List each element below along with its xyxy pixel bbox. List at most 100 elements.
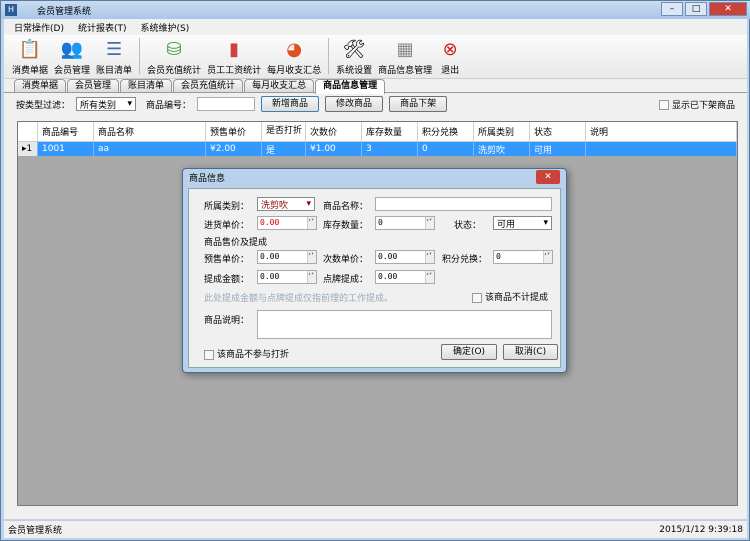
tools-icon: 🛠 (342, 38, 366, 60)
tab-consume[interactable]: 消费单据 (14, 79, 67, 92)
col-desc[interactable]: 说明 (586, 122, 737, 141)
show-removed-checkbox[interactable]: 显示已下架商品 (658, 98, 735, 111)
col-stock[interactable]: 库存数量 (362, 122, 418, 141)
col-status[interactable]: 状态 (530, 122, 586, 141)
menu-daily[interactable]: 日常操作(D) (14, 21, 64, 34)
commission-label: 提成金额： (204, 275, 250, 285)
cell: 3 (362, 142, 418, 156)
toolbar: 📋 消费单据 👥 会员管理 ☰ 账目清单 ⛁ 会员充值统计 ▮ 员工工资统计 ◕ 每月收支汇… (4, 35, 747, 79)
status-bar: 会员管理系统 2015/1/12 9:39:18 (4, 520, 747, 538)
clock-commission-spinner[interactable]: 0.00 (375, 270, 435, 284)
col-category[interactable]: 所属类别 (474, 122, 530, 141)
menu-system[interactable]: 系统维护(S) (140, 21, 189, 34)
price-label: 预售单价： (204, 255, 250, 265)
desc-textarea[interactable] (257, 310, 552, 339)
desc-label: 商品说明： (204, 316, 250, 326)
app-logo-icon: H (5, 4, 17, 16)
col-name[interactable]: 商品名称 (94, 122, 206, 141)
title-bar: H 会员管理系统 – □ ✕ (1, 1, 750, 19)
window-title: 会员管理系统 (37, 6, 92, 17)
remove-product-button[interactable]: 商品下架 (389, 96, 448, 112)
category-select[interactable]: 洗剪吹 ▾ (257, 197, 315, 211)
status-select[interactable]: 可用 ▾ (493, 216, 552, 230)
cancel-button[interactable]: 取消(C) (503, 344, 558, 360)
price-spinner[interactable]: 0.00 (257, 250, 317, 264)
minimize-button[interactable]: – (661, 2, 683, 16)
cell: ¥2.00 (206, 142, 262, 156)
bar-chart-icon: ▮ (229, 38, 240, 60)
chevron-down-icon: ▾ (127, 99, 133, 109)
cell: 洗剪吹 (474, 142, 530, 156)
tab-recharge[interactable]: 会员充值统计 (173, 79, 244, 92)
pie-chart-icon: ◕ (286, 38, 302, 60)
chevron-down-icon: ▾ (543, 218, 548, 228)
commission-hint: 此处提成金额与点牌提成仅指前理的工作提成。 (204, 294, 394, 304)
cell: 是 (262, 142, 306, 156)
points-spinner[interactable]: 0 (493, 250, 553, 264)
cell (586, 142, 737, 156)
toolbar-consume[interactable]: 📋 消费单据 (10, 37, 50, 78)
exit-icon: ⊗ (442, 38, 458, 60)
edit-product-button[interactable]: 修改商品 (325, 96, 384, 112)
tab-members[interactable]: 会员管理 (67, 79, 120, 92)
clock-commission-label: 点牌提成： (323, 275, 369, 285)
toolbar-accounts[interactable]: ☰ 账目清单 (94, 37, 134, 78)
commission-spinner[interactable]: 0.00 (257, 270, 317, 284)
list-icon: ☰ (105, 38, 123, 60)
table-row[interactable]: ▸ 1 1001 aa ¥2.00 是 ¥1.00 3 0 洗剪吹 可用 (18, 142, 737, 156)
maximize-button[interactable]: □ (685, 2, 707, 16)
col-price[interactable]: 预售单价 (206, 122, 262, 141)
chevron-down-icon: ▾ (306, 199, 311, 209)
cost-spinner[interactable]: 0.00 (257, 216, 317, 230)
dialog-title: 商品信息 (189, 174, 226, 184)
row-header[interactable]: ▸ 1 (18, 142, 38, 156)
menu-bar: 日常操作(D) 统计报表(T) 系统维护(S) (4, 19, 747, 35)
cost-label: 进货单价： (204, 221, 250, 231)
col-discount[interactable]: 是否打折 (262, 122, 306, 141)
tab-accounts[interactable]: 账目清单 (120, 79, 173, 92)
toolbar-monthly-summary[interactable]: ◕ 每月收支汇总 (265, 37, 323, 78)
status-left: 会员管理系统 (8, 526, 63, 536)
times-price-label: 次数单价： (323, 255, 369, 265)
name-label: 商品名称： (323, 202, 369, 212)
cell: 1001 (38, 142, 94, 156)
category-label: 所属类别： (204, 202, 250, 212)
no-commission-checkbox[interactable]: 该商品不计提成 (472, 290, 548, 303)
add-product-button[interactable]: 新增商品 (261, 96, 320, 112)
cell: aa (94, 142, 206, 156)
toolbar-recharge-stats[interactable]: ⛁ 会员充值统计 (145, 37, 203, 78)
menu-reports[interactable]: 统计报表(T) (78, 21, 127, 34)
cell: ¥1.00 (306, 142, 362, 156)
tab-bar: 消费单据 会员管理 账目清单 会员充值统计 每月收支汇总 商品信息管理 (4, 79, 747, 94)
tab-product-info[interactable]: 商品信息管理 (315, 79, 386, 94)
no-discount-checkbox[interactable]: 该商品不参与打折 (204, 347, 289, 360)
status-label: 状态： (454, 221, 482, 231)
dialog-close-button[interactable]: ✕ (536, 170, 560, 184)
points-label: 积分兑换： (442, 255, 488, 265)
clipboard-icon: 📋 (18, 38, 42, 60)
product-info-dialog: 商品信息 ✕ 所属类别： 洗剪吹▾ 商品名称： 进货单价： 0.00 库存数量：… (182, 168, 567, 373)
toolbar-salary-stats[interactable]: ▮ 员工工资统计 (205, 37, 263, 78)
status-datetime: 2015/1/12 9:39:18 (659, 524, 743, 535)
col-times-price[interactable]: 次数价 (306, 122, 362, 141)
stock-spinner[interactable]: 0 (375, 216, 435, 230)
toolbar-members[interactable]: 👥 会员管理 (52, 37, 92, 78)
database-add-icon: ⛁ (166, 38, 182, 60)
type-filter-select[interactable]: 所有类别 ▾ (76, 97, 137, 111)
filter-bar: 按类型过滤： 所有类别 ▾ 商品编号： 新增商品 修改商品 商品下架 显示已下架商… (4, 93, 747, 115)
ok-button[interactable]: 确定(O) (441, 344, 497, 360)
times-price-spinner[interactable]: 0.00 (375, 250, 435, 264)
tab-monthly[interactable]: 每月收支汇总 (244, 79, 315, 92)
code-input[interactable] (197, 97, 256, 111)
name-input[interactable] (375, 197, 552, 211)
code-label: 商品编号： (146, 100, 192, 111)
toolbar-product-info[interactable]: ▦ 商品信息管理 (376, 37, 434, 78)
col-code[interactable]: 商品编号 (38, 122, 94, 141)
toolbar-settings[interactable]: 🛠 系统设置 (334, 37, 374, 78)
col-points[interactable]: 积分兑换 (418, 122, 474, 141)
cell: 0 (418, 142, 474, 156)
close-button[interactable]: ✕ (709, 2, 747, 16)
stock-label: 库存数量： (323, 221, 369, 231)
toolbar-exit[interactable]: ⊗ 退出 (436, 37, 464, 78)
type-filter-label: 按类型过滤： (16, 100, 71, 111)
